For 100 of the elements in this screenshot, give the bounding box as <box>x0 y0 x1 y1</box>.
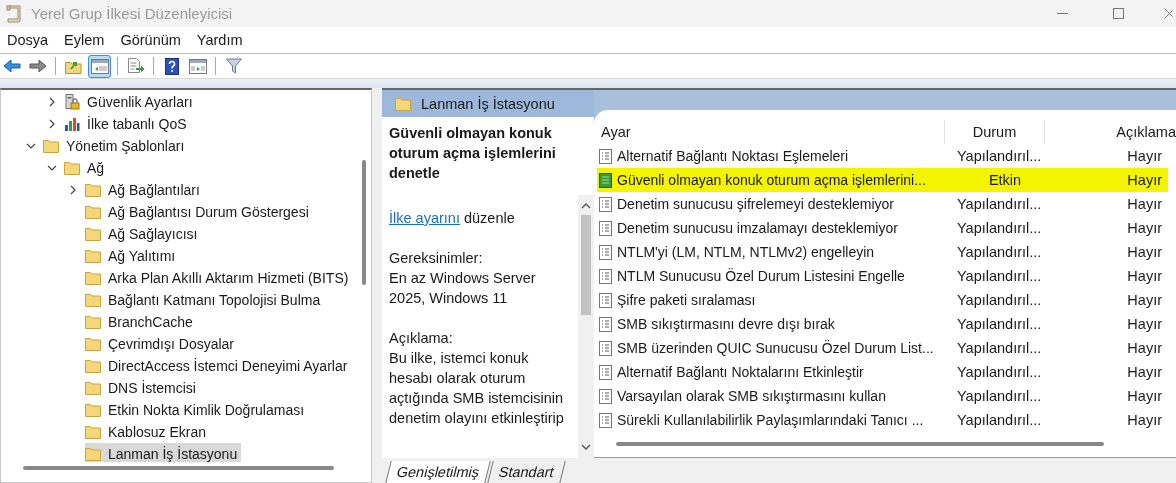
policy-link[interactable]: İlke ayarını <box>389 210 460 226</box>
policy-icon <box>599 340 612 356</box>
policy-icon <box>599 292 612 308</box>
folder-icon <box>85 403 101 417</box>
tree-item[interactable]: Lanman İş İstasyonu <box>85 443 242 462</box>
tree-item[interactable]: Çevrimdışı Dosyalar <box>85 333 239 355</box>
table-cell: Varsayılan olarak SMB sıkıştırmasını kullan <box>617 388 886 404</box>
folder-icon <box>85 425 101 439</box>
tree-item[interactable]: Ağ Yalıtımı <box>85 245 180 267</box>
close-icon[interactable] <box>1164 8 1173 19</box>
server-lock-icon <box>64 94 80 110</box>
folder-icon <box>85 227 101 241</box>
menu-item[interactable]: Dosya <box>0 32 55 48</box>
table-cell: Sürekli Kullanılabilirlik Paylaşımlarındaki Tanıcı ... <box>617 412 924 428</box>
table-cell: SMB sıkıştırmasını devre dışı bırak <box>617 316 835 332</box>
policy-icon <box>599 196 612 212</box>
table-cell-text: Hayır <box>1126 244 1163 260</box>
export-list-icon <box>126 58 145 74</box>
folder-icon <box>395 96 411 111</box>
table-cell: SMB üzerinden QUIC Sunucusu Özel Durum List... <box>617 340 934 356</box>
scroll-icon <box>6 4 22 23</box>
table-cell-text: Hayır <box>1126 388 1163 404</box>
tree-item[interactable]: DirectAccess İstemci Deneyimi Ayarlar <box>85 355 352 377</box>
table-cell: Alternatif Bağlantı Noktası Eşlemeleri <box>617 148 849 164</box>
table-cell-text: Yapılandırıl... <box>956 364 1043 380</box>
table-cell-text: Hayır <box>1126 364 1163 380</box>
right-arrow-icon <box>28 59 47 73</box>
tree-item[interactable]: Güvenlik Ayarları <box>64 91 197 113</box>
scrollbar[interactable] <box>578 195 594 458</box>
folder-icon <box>43 139 59 153</box>
table-cell-text: Hayır <box>1126 196 1163 212</box>
tree-item[interactable]: Bağlantı Katmanı Topolojisi Bulma <box>85 289 325 311</box>
folder-icon <box>85 359 101 373</box>
table-cell-text: Yapılandırıl... <box>956 148 1043 164</box>
tree-item[interactable]: Ağ Bağlantıları <box>85 179 204 201</box>
policy-icon <box>599 316 612 332</box>
tree-item[interactable]: DNS İstemcisi <box>85 377 200 399</box>
table-cell-text: Hayır <box>1126 148 1163 164</box>
tree-item[interactable]: BranchCache <box>85 311 197 333</box>
folder-icon <box>85 381 101 395</box>
tree-item[interactable]: İlke tabanlı QoS <box>64 113 191 135</box>
folder-icon <box>85 293 101 307</box>
menu-item[interactable]: Eylem <box>58 32 111 48</box>
minimize-icon[interactable] <box>1057 12 1068 15</box>
table-cell-text: Hayır <box>1126 412 1163 428</box>
policy-icon <box>599 148 612 164</box>
folder-icon <box>85 249 101 263</box>
table-cell-text: Yapılandırıl... <box>956 412 1043 428</box>
folder-icon <box>85 337 101 351</box>
tree-item[interactable]: Yönetim Şablonları <box>43 135 189 157</box>
down-caret-icon[interactable] <box>581 444 591 450</box>
table-cell-text: Yapılandırıl... <box>956 340 1043 356</box>
table-cell-text: Yapılandırıl... <box>956 316 1043 332</box>
folder-icon <box>85 447 101 461</box>
policy-icon <box>599 172 612 188</box>
folder-icon <box>85 271 101 285</box>
policy-icon <box>599 268 612 284</box>
policy-icon <box>599 244 612 260</box>
table-row[interactable]: Güvenli olmayan konuk oturum açma işlemlerini... Etkin Hayır <box>597 168 1168 192</box>
table-cell-text: Yapılandırıl... <box>956 244 1043 260</box>
tree-item[interactable]: Arka Plan Akıllı Aktarım Hizmeti (BITS) <box>85 267 353 289</box>
table-cell: Denetim sunucusu imzalamayı desteklemiyor <box>617 220 898 236</box>
menu-item[interactable]: Görünüm <box>114 32 187 48</box>
table-cell-text: Hayır <box>1126 316 1163 332</box>
policy-icon <box>599 220 612 236</box>
column-header[interactable]: Açıklama <box>1045 120 1176 144</box>
scrollbar-thumb[interactable] <box>23 466 334 470</box>
filter-icon <box>225 58 242 74</box>
requirements-text: En az Windows Server 2025, Windows 11 <box>389 269 537 308</box>
table-cell-text: Etkin <box>987 172 1023 188</box>
table-cell: Şifre paketi sıralaması <box>617 292 756 308</box>
table-cell: NTLM'yi (LM, NTLM, NTLMv2) engelleyin <box>617 244 875 260</box>
description-label: Açıklama: <box>389 329 454 348</box>
folder-icon <box>64 161 80 175</box>
scrollbar-thumb[interactable] <box>362 160 366 285</box>
folder-icon <box>85 315 101 329</box>
tree-item[interactable]: Ağ Bağlantısı Durum Göstergesi <box>85 201 313 223</box>
tree-item[interactable]: Ağ Sağlayıcısı <box>85 223 202 245</box>
table-cell-text: Yapılandırıl... <box>956 292 1043 308</box>
description-text: Bu ilke, istemci konuk hesabı olarak oturum açtığında SMB istemcisinin denetim olayını etkinleştirip <box>389 349 565 428</box>
table-cell-text: Hayır <box>1126 220 1163 236</box>
tab[interactable]: Standart <box>487 461 566 483</box>
edit-sentence: İlke ayarını düzenle <box>389 209 516 228</box>
maximize-icon[interactable] <box>1113 8 1124 19</box>
table-cell-text: Hayır <box>1126 292 1163 308</box>
tree-item[interactable]: Etkin Nokta Kimlik Doğrulaması <box>85 399 309 421</box>
scrollbar-thumb[interactable] <box>581 215 591 315</box>
scrollbar-thumb[interactable] <box>616 442 1104 447</box>
up-caret-icon[interactable] <box>581 203 591 209</box>
tab[interactable]: Genişletilmiş <box>385 461 491 483</box>
policy-icon <box>599 412 612 428</box>
help-icon <box>164 57 179 75</box>
policy-icon <box>599 364 612 380</box>
folder-icon <box>85 205 101 219</box>
menu-item[interactable]: Yardım <box>190 32 249 48</box>
table-cell: Alternatif Bağlantı Noktalarını Etkinleştir <box>617 364 864 380</box>
table-cell-text: Yapılandırıl... <box>956 196 1043 212</box>
tree-item[interactable]: Ağ <box>64 157 109 179</box>
pane-title: Lanman İş İstasyonu <box>421 95 555 112</box>
tree-item[interactable]: Kablosuz Ekran <box>85 421 211 443</box>
